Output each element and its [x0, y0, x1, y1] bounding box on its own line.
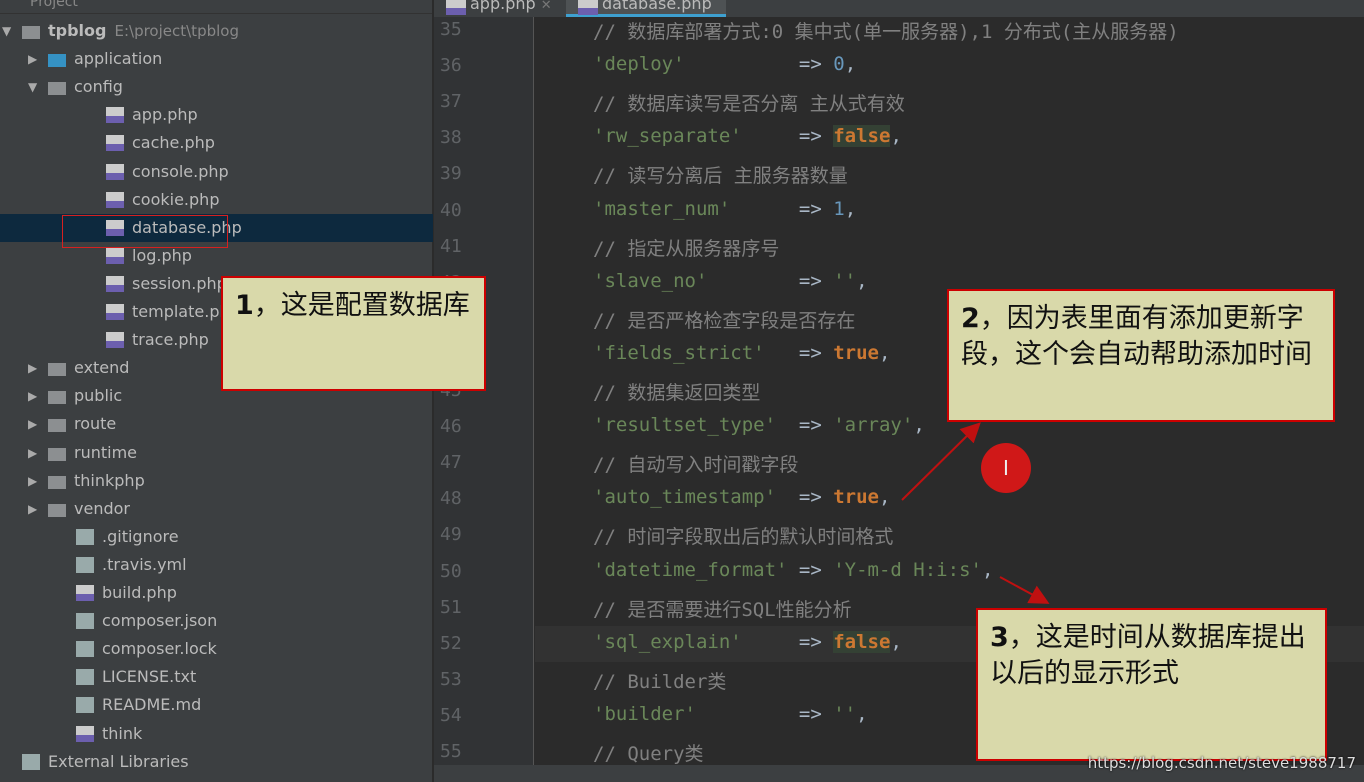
watermark: https://blog.csdn.net/steve1988717	[1087, 754, 1356, 772]
annotation-text: ，因为表里面有添加更新字段，这个会自动帮助添加时间	[961, 303, 1312, 370]
annotation-text: ，这是配置数据库	[253, 290, 470, 321]
annotation-3: 3，这是时间从数据库提出以后的显示形式	[976, 608, 1327, 761]
text-cursor-icon: I	[1003, 456, 1009, 480]
annotation-text: ，这是时间从数据库提出以后的显示形式	[990, 622, 1306, 689]
annotation-1: 1，这是配置数据库	[221, 276, 486, 391]
annotation-number: 2	[961, 303, 980, 334]
arrow-to-datetime-format	[999, 576, 1050, 604]
mouse-cursor-indicator: I	[981, 443, 1031, 493]
annotation-number: 3	[990, 622, 1009, 653]
annotation-number: 1	[235, 290, 254, 321]
arrow-to-auto-timestamp	[901, 422, 981, 501]
annotation-2: 2，因为表里面有添加更新字段，这个会自动帮助添加时间	[947, 289, 1335, 422]
